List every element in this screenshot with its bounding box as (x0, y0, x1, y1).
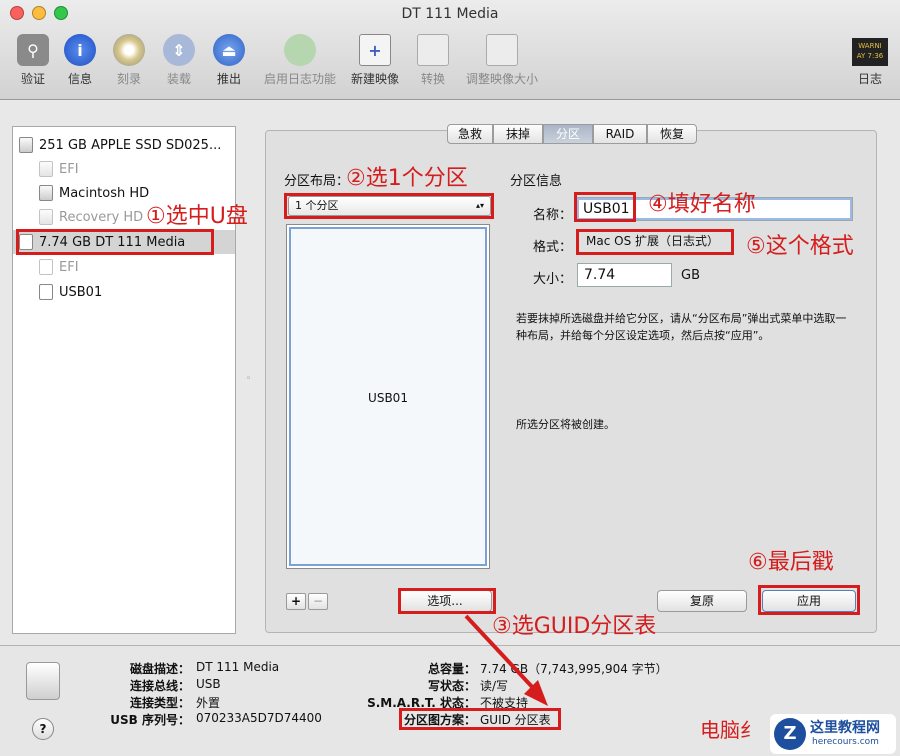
watermark-logo: Z 这里教程网 herecours.com (770, 714, 896, 754)
watermark-z-icon: Z (774, 718, 806, 750)
annotation-arrow (464, 614, 548, 706)
watermark-text: 电脑纟 (700, 718, 760, 742)
disk-utility-window: DT 111 Media ⚲ 验证 i 信息 刻录 ⇕ 装载 ⏏ 推出 启用日志… (0, 0, 900, 756)
